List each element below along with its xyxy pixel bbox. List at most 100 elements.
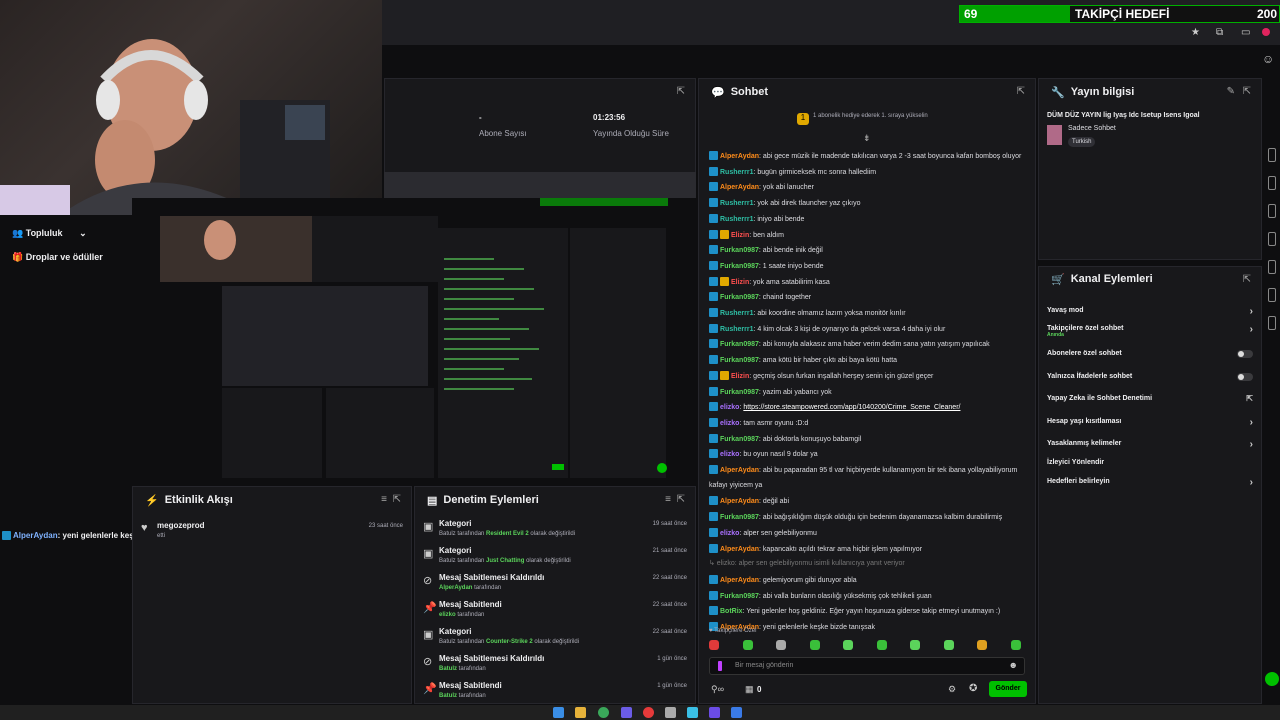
profile-avatar-icon[interactable] [1262,28,1270,36]
edit-pencil-icon[interactable]: ✎ [1227,86,1235,97]
chat-message: AlperAydan: abi bu paparadan 95 tl var h… [709,465,1027,476]
chat-username[interactable]: AlperAydan [720,546,759,553]
opera-icon[interactable] [643,707,654,718]
channel-action-item[interactable]: Abonelere özel sohbet [1047,350,1253,364]
emote-bar [709,640,1054,652]
settings-gear-icon[interactable]: ⚙ [948,684,956,695]
chat-username[interactable]: AlperAydan [720,184,759,191]
help-icon[interactable] [1265,672,1279,686]
chat-message: elizko: alper sen gelebiliyonmu [709,527,1027,539]
sidebar-item-community[interactable]: 👥 Topluluk ⌄ [12,228,87,239]
popout-icon[interactable]: ⇱ [1243,86,1251,97]
popout-icon[interactable]: ⇱ [393,494,401,505]
send-button[interactable]: Gönder [989,681,1027,697]
popout-icon[interactable]: ⇱ [677,494,685,505]
toggle-switch[interactable] [1237,373,1253,381]
chat-message: Furkan0987: ama kötü bir haber çıktı abi… [709,355,1027,366]
channel-action-item[interactable]: Takipçilere özel sohbet Anında › [1047,324,1253,339]
emote-icon[interactable] [977,640,987,650]
chat-username[interactable]: Rusherrr1 [720,169,753,176]
chat-username[interactable]: Furkan0987 [720,357,759,364]
channel-action-item[interactable]: Yavaş mod › [1047,306,1253,321]
chat-text: : abi koordine olmamız lazım yoksa monit… [753,310,906,317]
chat-username[interactable]: Furkan0987 [720,514,759,521]
popout-icon[interactable]: ⇱ [1243,274,1251,285]
popout-icon[interactable]: ⇱ [677,86,685,97]
chat-username[interactable]: AlperAydan [720,577,759,584]
emote-icon[interactable] [843,640,853,650]
tool-icon[interactable] [1268,288,1276,302]
chat-username[interactable]: Furkan0987 [720,436,759,443]
filter-icon[interactable]: ≡ [665,494,671,505]
file-explorer-icon[interactable] [575,707,586,718]
gift-leaderboard-banner[interactable]: 1 1 abonelik hediye ederek 1. sıraya yüks… [797,113,928,125]
chat-username[interactable]: Elizin [731,279,749,286]
tool-icon[interactable] [1268,204,1276,218]
user-menu-icon[interactable]: ☺ [1262,52,1274,66]
tool-icon[interactable] [1268,316,1276,330]
edge-icon[interactable] [687,707,698,718]
channel-action-item[interactable]: İzleyici Yönlendir [1047,459,1253,473]
pin-toggle-icon[interactable]: ⇟ [863,133,871,144]
chrome-icon[interactable] [598,707,609,718]
badge-icon [709,386,718,396]
chat-username[interactable]: Furkan0987 [720,341,759,348]
chat-username[interactable]: Elizin [731,373,749,380]
chat-username[interactable]: Furkan0987 [720,593,759,600]
emote-icon[interactable] [876,640,887,650]
chat-link[interactable]: https://store.steampowered.com/app/10402… [743,404,960,411]
star-icon[interactable]: ★ [1191,27,1200,38]
chat-username[interactable]: BotRix [720,608,743,615]
emote-icon[interactable] [1010,640,1021,650]
emote-icon[interactable] [709,640,719,650]
emote-icon[interactable] [776,640,786,650]
toggle-switch[interactable] [1237,350,1253,358]
tool-icon[interactable] [1268,176,1276,190]
sidebar-item-drops[interactable]: 🎁 Droplar ve ödüller [12,252,103,263]
chat-username[interactable]: Furkan0987 [720,263,759,270]
chat-message: Furkan0987: abi bende inik değil [709,245,1027,256]
channel-action-item[interactable]: Hedefleri belirleyin › [1047,477,1253,492]
emote-icon[interactable] [943,640,954,650]
points-icon[interactable]: ⚲∞ [711,684,724,695]
chat-username[interactable]: elizko [720,404,739,411]
emote-icon[interactable] [809,640,820,650]
chat-username[interactable]: elizko [720,420,739,427]
chat-username[interactable]: Rusherrr1 [720,310,753,317]
emote-icon[interactable] [910,640,920,650]
chat-username[interactable]: elizko [720,451,739,458]
chat-username[interactable]: AlperAydan [720,153,759,160]
chat-username[interactable]: elizko [720,530,739,537]
popout-icon[interactable]: ⇱ [1017,86,1025,97]
channel-action-item[interactable]: Yasaklanmış kelimeler › [1047,439,1253,454]
chat-username[interactable]: Furkan0987 [720,389,759,396]
tool-icon[interactable] [1268,232,1276,246]
chat-username[interactable]: Elizin [731,232,749,239]
tool-icon[interactable] [1268,148,1276,162]
discord-icon[interactable] [621,707,632,718]
extensions-icon[interactable]: ⧉ [1216,27,1223,38]
telegram-icon[interactable] [731,707,742,718]
emote-icon[interactable] [742,640,753,650]
chat-username[interactable]: AlperAydan [720,467,759,474]
channel-action-item[interactable]: Hesap yaşı kısıtlaması › [1047,417,1253,432]
filter-icon[interactable]: ≡ [381,494,387,505]
chat-username[interactable]: Furkan0987 [720,294,759,301]
app-icon[interactable] [709,707,720,718]
chat-username[interactable]: Rusherrr1 [720,326,753,333]
mod-tools-icon[interactable]: ✪ [969,683,977,694]
start-icon[interactable] [553,707,564,718]
tool-icon[interactable] [1268,260,1276,274]
chat-username[interactable]: Furkan0987 [720,247,759,254]
channel-action-item[interactable]: Yapay Zeka ile Sohbet Denetimi ⇱ [1047,394,1253,409]
window-icon[interactable]: ▭ [1241,27,1250,38]
chat-username[interactable]: Rusherrr1 [720,200,753,207]
chat-username[interactable]: AlperAydan [720,498,759,505]
mod-action-detail: Batulz tarafından Just Chatting olarak d… [439,558,571,564]
channel-action-item[interactable]: Yalnızca İfadelerle sohbet [1047,373,1253,387]
app-icon[interactable] [665,707,676,718]
emoji-icon[interactable]: ☻ [1009,660,1018,670]
channel-action-label: Yalnızca İfadelerle sohbet [1047,373,1133,380]
chat-input[interactable]: Bir mesaj gönderin ☻ [709,657,1025,675]
chat-username[interactable]: Rusherrr1 [720,216,753,223]
